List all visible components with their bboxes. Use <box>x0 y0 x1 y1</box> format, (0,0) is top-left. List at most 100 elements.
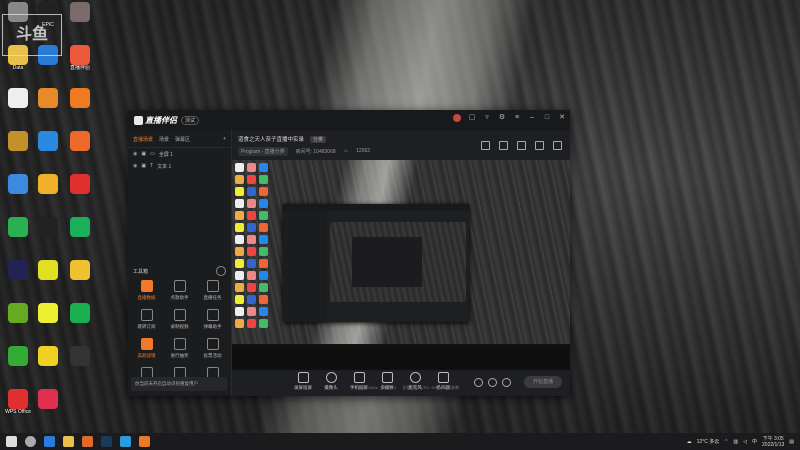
tool-button[interactable]: 直播任务 <box>196 280 229 310</box>
tool-button[interactable]: 进行抽奖 <box>163 338 196 368</box>
notification-icon[interactable]: ▤ <box>789 439 794 445</box>
desktop-shortcut[interactable] <box>64 303 96 341</box>
desktop-shortcut[interactable] <box>2 303 34 341</box>
grid-icon[interactable] <box>517 141 526 150</box>
close-icon[interactable]: ✕ <box>558 114 566 122</box>
live-companion-icon[interactable] <box>139 436 150 447</box>
preview-icon <box>235 283 244 292</box>
preview-left-panel <box>283 211 327 322</box>
desktop-shortcut[interactable] <box>32 260 64 298</box>
ime-icon[interactable]: 中 <box>752 438 757 445</box>
screen-capture-button[interactable]: 录屏投屏 <box>290 372 316 391</box>
shirt-icon[interactable]: ▿ <box>483 114 491 122</box>
tool-button[interactable]: 录制视频 <box>163 309 196 339</box>
app-icon <box>38 346 58 366</box>
stream-title[interactable]: 道食之天人奈子直播中实录 <box>238 135 304 143</box>
shortcut-label: Data <box>12 65 24 71</box>
program-label[interactable]: Program - 直播分类 <box>238 146 288 156</box>
share-icon[interactable] <box>553 141 562 150</box>
tool-button[interactable]: 美颜滤镜 <box>130 338 163 368</box>
search-icon[interactable] <box>25 436 36 447</box>
desktop-shortcut[interactable] <box>2 88 34 126</box>
camera-button[interactable]: 摄像头 <box>318 372 344 391</box>
menu-icon[interactable]: ≡ <box>513 114 521 122</box>
tool-icon <box>206 338 219 350</box>
preview-icon <box>247 259 256 268</box>
network-icon[interactable]: ▥ <box>733 439 738 445</box>
desktop-shortcut[interactable] <box>32 346 64 384</box>
avatar[interactable] <box>453 114 461 122</box>
message-icon[interactable]: ▢ <box>468 114 476 122</box>
volume-icon[interactable]: ◁ <box>743 439 747 445</box>
notice-bar[interactable]: 你当前未开启自动识别重复用户 <box>131 377 227 391</box>
lock-icon[interactable]: ▣ <box>141 151 146 157</box>
app-icon[interactable] <box>120 436 131 447</box>
preview-icon <box>247 319 256 328</box>
eye-icon[interactable]: ◉ <box>133 163 137 169</box>
stream-preview[interactable] <box>232 160 570 370</box>
desktop-shortcut[interactable] <box>32 131 64 169</box>
lock-icon[interactable]: ▣ <box>141 163 146 169</box>
preview-icon <box>247 223 256 232</box>
preview-icon <box>235 247 244 256</box>
desktop-shortcut[interactable] <box>32 389 64 427</box>
preview-icon <box>259 211 268 220</box>
desktop-shortcut[interactable] <box>32 88 64 126</box>
desktop-shortcut[interactable]: 直播伴侣 <box>64 45 96 83</box>
desktop-shortcut[interactable] <box>64 346 96 384</box>
version-badge[interactable]: 测试 <box>181 115 200 125</box>
tool-button[interactable]: 投票活动 <box>196 338 229 368</box>
desktop-shortcut[interactable] <box>2 217 34 255</box>
tool-button[interactable]: 弹幕助手 <box>196 309 229 339</box>
desktop-shortcut[interactable] <box>2 260 34 298</box>
eye-icon[interactable]: ◉ <box>133 151 137 157</box>
layout-icon[interactable] <box>481 141 490 150</box>
desktop-shortcut[interactable]: WPS Office <box>2 389 34 427</box>
settings-link[interactable]: 设置参数 <box>443 385 459 391</box>
desktop-shortcut[interactable] <box>2 174 34 212</box>
tool-button[interactable]: 直播数据 <box>130 280 163 310</box>
source-item[interactable]: ◉ ▣ T 文本 1 <box>128 160 231 172</box>
title-bar: 直播伴侣 测试 ▢ ▿ ⚙ ≡ – □ ✕ <box>128 110 570 130</box>
folder-icon[interactable] <box>63 436 74 447</box>
desktop-shortcut[interactable] <box>2 346 34 384</box>
source-item[interactable]: ◉ ▣ ▭ 全屏 1 <box>128 148 231 160</box>
desktop-shortcut[interactable] <box>64 174 96 212</box>
desktop-shortcut[interactable] <box>32 174 64 212</box>
settings-icon[interactable]: ⚙ <box>498 114 506 122</box>
desktop-shortcut[interactable] <box>64 131 96 169</box>
add-tab-button[interactable]: + <box>223 136 226 143</box>
screen-icon <box>297 372 309 383</box>
desktop-shortcut[interactable] <box>64 217 96 255</box>
bitrate: 码率: 0kb/s <box>358 385 378 390</box>
desktop-shortcut[interactable] <box>2 131 34 169</box>
desktop-shortcut[interactable] <box>32 217 64 255</box>
start-icon[interactable] <box>6 436 17 447</box>
tool-label: 跳转订阅 <box>137 324 156 329</box>
desktop-shortcut[interactable] <box>32 303 64 341</box>
preview-icon <box>247 175 256 184</box>
tools-settings-icon[interactable] <box>216 266 226 276</box>
category-badge[interactable]: 分类 <box>310 135 327 143</box>
maximize-icon[interactable]: □ <box>543 114 551 122</box>
clock[interactable]: 下午 3:05 2022/1/13 <box>762 436 784 448</box>
desktop-shortcut[interactable] <box>64 260 96 298</box>
desktop-shortcut[interactable] <box>64 88 96 126</box>
tab-live-scene[interactable]: 直播场景 <box>133 136 153 143</box>
tools-header: 工具箱 <box>133 269 149 275</box>
tool-button[interactable]: 跳转订阅 <box>130 309 163 339</box>
desktop-shortcut[interactable] <box>64 2 96 40</box>
lock-icon[interactable] <box>499 141 508 150</box>
bell-icon[interactable] <box>535 141 544 150</box>
tray-expand-icon[interactable]: ⌃ <box>724 439 728 445</box>
weather-text[interactable]: 12°C 多云 <box>697 438 720 445</box>
tab-danmaku[interactable]: 弹幕区 <box>175 136 190 143</box>
app-icon[interactable] <box>82 436 93 447</box>
minimize-icon[interactable]: – <box>528 114 536 122</box>
tool-button[interactable]: 点歌助手 <box>163 280 196 310</box>
app-icon <box>8 131 28 151</box>
edge-icon[interactable] <box>44 436 55 447</box>
steam-icon[interactable] <box>101 436 112 447</box>
tab-scene[interactable]: 场景 <box>159 136 169 143</box>
watermark-stamp: 斗鱼 <box>2 14 62 56</box>
